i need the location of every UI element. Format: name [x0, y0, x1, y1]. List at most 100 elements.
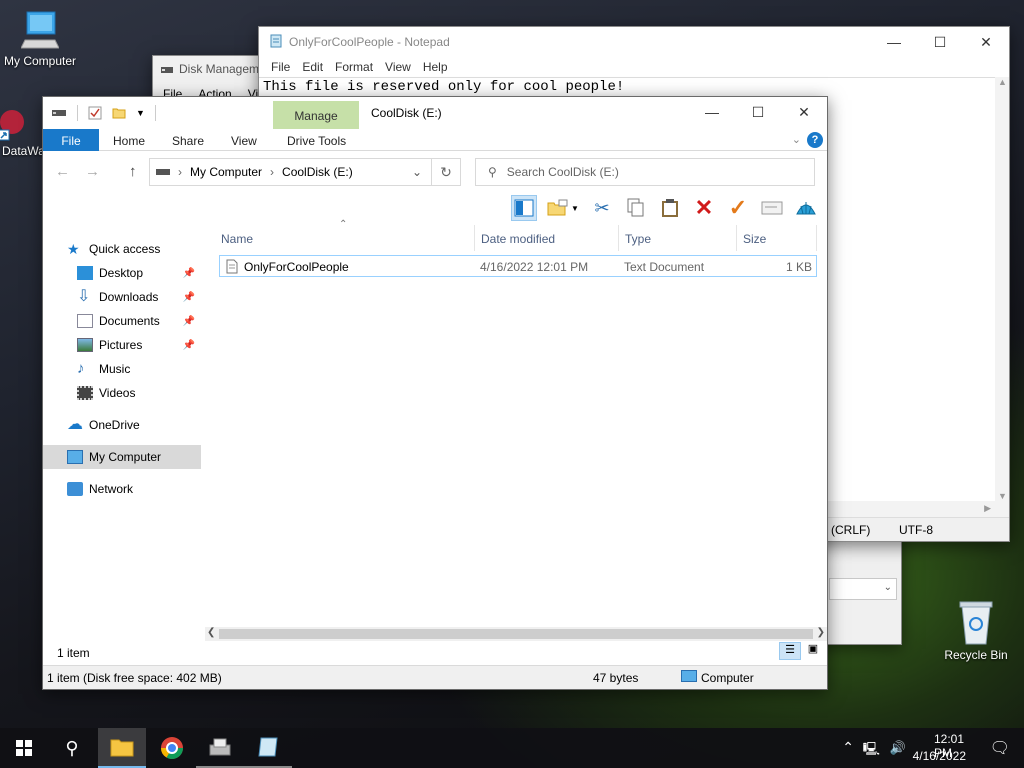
delete-icon[interactable]: ✕ [691, 195, 717, 221]
properties-icon[interactable] [759, 195, 785, 221]
search-box[interactable]: ⚲ Search CoolDisk (E:) [475, 158, 815, 186]
taskbar-disk-management[interactable] [196, 728, 244, 768]
nav-videos[interactable]: Videos [43, 381, 201, 405]
large-icons-view-icon[interactable]: ▣ [803, 642, 823, 660]
up-arrow-icon[interactable]: ↑ [129, 163, 137, 180]
nav-quick-access[interactable]: ★ Quick access [43, 237, 201, 261]
close-button[interactable]: ✕ [963, 27, 1009, 57]
network-icon[interactable]: 🖳 [863, 740, 880, 762]
tab-share[interactable]: Share [172, 129, 204, 151]
cut-icon[interactable]: ✂ [589, 195, 615, 221]
item-count: 1 item [57, 646, 90, 660]
drive-icon [156, 169, 170, 175]
nav-onedrive[interactable]: ☁ OneDrive [43, 413, 201, 437]
tab-drive-tools[interactable]: Drive Tools [287, 129, 346, 151]
nav-label: My Computer [89, 450, 162, 464]
back-arrow-icon[interactable]: ← [55, 163, 70, 180]
column-header-date-modified[interactable]: Date modified [475, 225, 619, 251]
horizontal-scrollbar[interactable]: ❮ ❯ [205, 627, 827, 641]
chrome-icon [161, 737, 183, 759]
new-folder-icon[interactable] [112, 106, 126, 120]
menu-help[interactable]: Help [417, 57, 454, 77]
pin-icon: 📌 [182, 315, 195, 327]
vertical-scrollbar[interactable]: ▲ ▼ [995, 77, 1009, 501]
chevron-down-icon[interactable]: ⌄ [412, 165, 422, 179]
nav-pictures[interactable]: Pictures 📌 [43, 333, 201, 357]
show-hidden-icons-chevron-icon[interactable]: ⌃ [842, 739, 854, 756]
menu-view[interactable]: View [379, 57, 417, 77]
command-toolbar: ▼ ✂ ✕ ✓ [511, 193, 819, 223]
network-icon [67, 482, 83, 496]
documents-icon [77, 314, 93, 328]
divider [154, 105, 156, 121]
nav-label: OneDrive [89, 418, 140, 432]
scrollbar-thumb[interactable] [219, 629, 813, 639]
minimize-button[interactable]: — [689, 97, 735, 127]
search-button[interactable]: ⚲ [48, 728, 96, 768]
copy-icon[interactable] [623, 195, 649, 221]
notepad-icon [270, 34, 282, 48]
desktop-icon-datawa[interactable]: DataWa [0, 108, 45, 158]
clock-date[interactable]: 4/16/2022 [913, 749, 966, 763]
disk-management-icon [161, 67, 173, 73]
close-button[interactable]: ✕ [781, 97, 827, 127]
navigation-pane: ★ Quick access Desktop 📌 ⇩ Downloads 📌 D… [43, 235, 201, 629]
nav-music[interactable]: ♪ Music [43, 357, 201, 381]
desktop-icon-recycle-bin[interactable]: Recycle Bin [936, 600, 1016, 662]
column-header-name[interactable]: Name [215, 225, 475, 251]
preview-pane-icon[interactable] [511, 195, 537, 221]
dropdown[interactable]: ⌄ [829, 578, 897, 600]
help-icon[interactable]: ? [807, 132, 823, 148]
column-header-size[interactable]: Size [737, 225, 817, 251]
table-row[interactable]: OnlyForCoolPeople 4/16/2022 12:01 PM Tex… [219, 255, 817, 277]
nav-documents[interactable]: Documents 📌 [43, 309, 201, 333]
minimize-button[interactable]: — [871, 27, 917, 57]
notepad-icon [258, 737, 278, 757]
menu-file[interactable]: File [265, 57, 296, 77]
tab-file[interactable]: File [43, 129, 99, 151]
customize-dropdown-icon[interactable]: ▼ [136, 108, 145, 118]
status-zone: Computer [701, 671, 754, 685]
menu-edit[interactable]: Edit [296, 57, 329, 77]
tab-manage[interactable]: Manage [273, 101, 359, 129]
new-folder-dropdown-icon[interactable]: ▼ [545, 195, 581, 221]
refresh-icon: ↻ [440, 163, 452, 180]
nav-downloads[interactable]: ⇩ Downloads 📌 [43, 285, 201, 309]
rename-check-icon[interactable]: ✓ [725, 195, 751, 221]
notification-icon[interactable]: 🗨 [990, 738, 1010, 758]
nav-my-computer[interactable]: My Computer [43, 445, 201, 469]
properties-icon[interactable] [88, 106, 102, 120]
breadcrumb-cooldisk[interactable]: CoolDisk (E:) [282, 165, 353, 179]
breadcrumb-my-computer[interactable]: My Computer [190, 165, 262, 179]
taskbar-file-explorer[interactable] [98, 728, 146, 768]
status-size: 47 bytes [593, 671, 639, 685]
taskbar-notepad[interactable] [244, 728, 292, 768]
volume-icon[interactable]: 🔊 [890, 740, 906, 756]
maximize-button[interactable]: ☐ [917, 27, 963, 57]
tab-view[interactable]: View [231, 129, 257, 151]
paste-icon[interactable] [657, 195, 683, 221]
scroll-right-icon[interactable]: ▶ [984, 503, 991, 514]
address-bar[interactable]: › My Computer › CoolDisk (E:) ⌄ [149, 158, 459, 186]
menu-format[interactable]: Format [329, 57, 379, 77]
nav-desktop[interactable]: Desktop 📌 [43, 261, 201, 285]
scroll-down-icon[interactable]: ▼ [998, 491, 1007, 501]
scroll-left-icon[interactable]: ❮ [207, 627, 215, 638]
file-explorer-window[interactable]: ▼ Manage CoolDisk (E:) — ☐ ✕ File Home S… [42, 96, 828, 690]
nav-network[interactable]: Network [43, 477, 201, 501]
refresh-button[interactable]: ↻ [431, 158, 461, 186]
maximize-button[interactable]: ☐ [735, 97, 781, 127]
shell-icon[interactable] [793, 195, 819, 221]
scroll-right-icon[interactable]: ❯ [817, 627, 825, 638]
column-header-type[interactable]: Type [619, 225, 737, 251]
taskbar-chrome[interactable] [148, 728, 196, 768]
forward-arrow-icon[interactable]: → [85, 163, 100, 180]
file-size: 1 KB [785, 260, 812, 274]
start-button[interactable] [0, 728, 48, 768]
details-view-icon[interactable]: ☰ [779, 642, 801, 660]
expand-ribbon-icon[interactable]: ⌄ [792, 133, 801, 146]
computer-icon [681, 670, 697, 682]
tab-home[interactable]: Home [113, 129, 145, 151]
desktop-icon-my-computer[interactable]: My Computer [0, 10, 80, 68]
scroll-up-icon[interactable]: ▲ [998, 77, 1007, 87]
